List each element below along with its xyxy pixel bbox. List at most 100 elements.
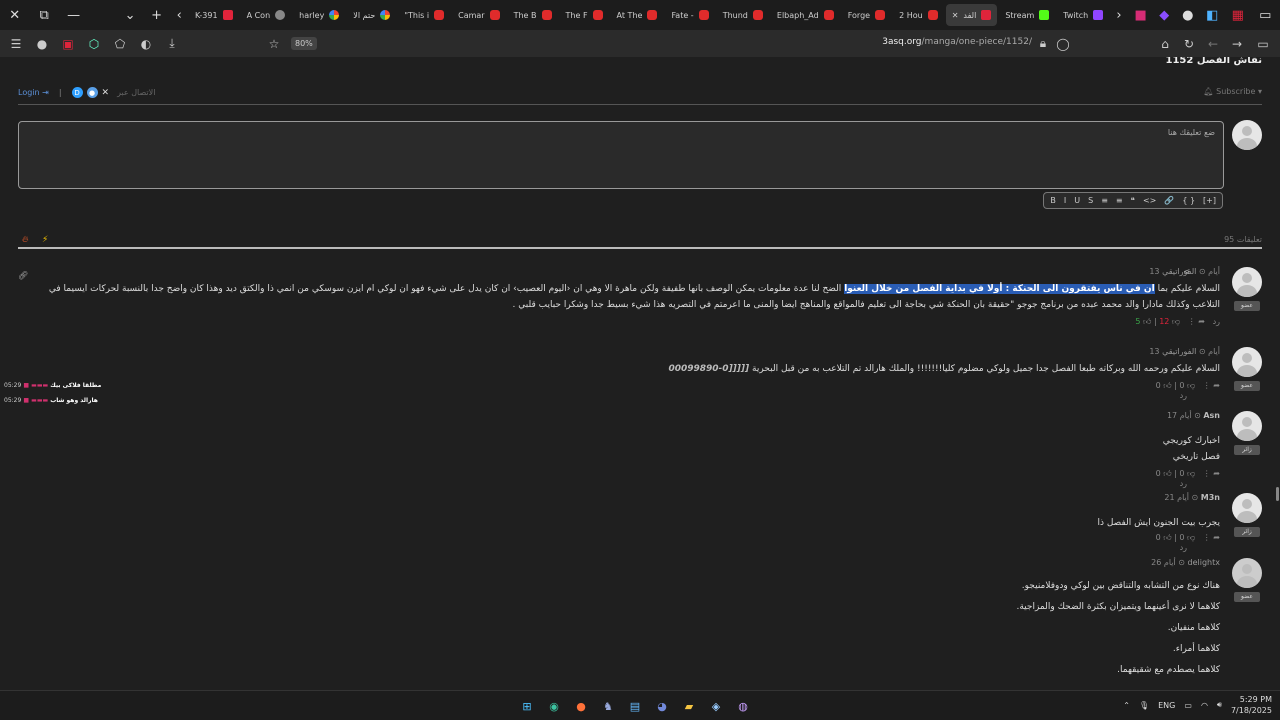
format-button[interactable]: U (1074, 196, 1080, 205)
more-icon[interactable]: ⋮ (1203, 381, 1211, 390)
proton-icon[interactable]: ◆ (1152, 0, 1176, 30)
reply-button[interactable]: رد (1180, 391, 1187, 400)
format-button[interactable]: B (1050, 196, 1056, 205)
extension-puzzle-icon[interactable]: ⬡ (81, 31, 107, 57)
scrollbar-thumb[interactable] (1276, 487, 1279, 501)
browser-tab[interactable]: The F (560, 4, 609, 26)
browser-tab[interactable]: K-391 (189, 4, 239, 26)
format-button[interactable]: { } (1182, 196, 1195, 205)
file-explorer-icon[interactable]: ▰ (680, 697, 698, 715)
app-icon[interactable]: ♞ (599, 697, 617, 715)
browser-tab[interactable]: Stream (999, 4, 1055, 26)
shield-icon[interactable]: ◯ (1050, 31, 1076, 57)
comment-author[interactable]: delightx (1188, 558, 1220, 567)
wifi-icon[interactable]: ◠ (1201, 701, 1208, 710)
downvote-count[interactable]: 12 (1159, 317, 1169, 326)
browser-tab[interactable]: Fate - (665, 4, 714, 26)
extension-icon[interactable]: ■ (1129, 0, 1153, 30)
notepad-icon[interactable]: ▤ (626, 697, 644, 715)
browser-tab[interactable]: Twitch (1057, 4, 1109, 26)
forward-icon[interactable]: → (1224, 31, 1250, 57)
format-button[interactable]: S (1088, 196, 1093, 205)
x-icon[interactable]: ✕ (102, 88, 110, 98)
restore-window-icon[interactable]: ⧉ (29, 0, 58, 30)
reply-button[interactable]: رد (1180, 543, 1187, 552)
extension-icon-3[interactable]: ▦ (1225, 0, 1251, 30)
app-icon-2[interactable]: ◍ (734, 697, 752, 715)
comment-author[interactable]: الفوراتيقي (1162, 267, 1196, 276)
new-tab-icon[interactable]: + (144, 0, 170, 30)
steam-icon[interactable]: ◈ (707, 697, 725, 715)
upvote-count[interactable]: 0 (1156, 533, 1161, 542)
zoom-level-badge[interactable]: 80% (291, 37, 317, 50)
back-icon[interactable]: ← (1200, 31, 1226, 57)
browser-tab[interactable]: "This i (398, 4, 450, 26)
tab-list-chevron-icon[interactable]: ⌄ (116, 0, 143, 30)
browser-tab[interactable]: harley (293, 4, 345, 26)
extension-icon-2[interactable]: ◧ (1200, 0, 1226, 30)
browser-tab[interactable]: Elbaph_Ad (771, 4, 840, 26)
share-icon[interactable]: ⋖ (1183, 267, 1190, 276)
display-icon[interactable]: ▭ (1184, 701, 1192, 710)
browser-tab[interactable]: ✕ الفد (945, 4, 998, 26)
github-icon[interactable]: ● (1176, 0, 1200, 30)
format-button[interactable]: I (1064, 196, 1066, 205)
google-icon[interactable]: ● (86, 87, 98, 98)
firefox-icon[interactable]: ● (572, 697, 590, 715)
comment-author[interactable]: Asn (1203, 411, 1220, 420)
upvote-count[interactable]: 5 (1135, 317, 1140, 326)
browser-tab[interactable]: At The (611, 4, 664, 26)
downvote-count[interactable]: 0 (1179, 469, 1184, 478)
browser-tab[interactable]: A Con (241, 4, 292, 26)
browser-tab[interactable]: Forge (842, 4, 891, 26)
wallet-icon[interactable]: ▭ (1251, 0, 1280, 30)
extensions-icon[interactable]: ⬠ (107, 31, 133, 57)
more-icon[interactable]: ⋮ (1203, 533, 1211, 542)
browser-tab[interactable]: Camar (452, 4, 505, 26)
disqus-icon[interactable]: D (71, 87, 83, 98)
edge-icon[interactable]: ◉ (545, 697, 563, 715)
link-icon[interactable]: 🔗︎ (18, 271, 28, 280)
format-button[interactable]: ❝ (1131, 196, 1135, 205)
subscribe-button[interactable]: 🔔︎ Subscribe ▾ (1203, 87, 1262, 96)
browser-tab[interactable]: Thund (717, 4, 769, 26)
more-icon[interactable]: ⋮ (1203, 469, 1211, 478)
format-button[interactable]: 🔗 (1164, 196, 1174, 205)
reply-button[interactable]: رد (1180, 479, 1187, 488)
reply-button[interactable]: رد (1213, 317, 1220, 326)
downvote-count[interactable]: 0 (1179, 533, 1184, 542)
discord-icon[interactable]: ◕ (653, 697, 671, 715)
browser-tab[interactable]: The B (508, 4, 558, 26)
login-link[interactable]: Login ⇥ (18, 88, 49, 97)
comment-author[interactable]: M3n (1201, 493, 1220, 502)
address-bar[interactable]: 3asq.org/manga/one-piece/1152/ (882, 37, 1032, 47)
comment-editor[interactable]: ضع تعليقك هنا (18, 121, 1224, 189)
start-icon[interactable]: ⊞ (518, 697, 536, 715)
upvote-count[interactable]: 0 (1156, 469, 1161, 478)
scroll-tabs-left-icon[interactable]: ‹ (169, 0, 189, 30)
bolt-sort-icon[interactable]: ⚡︎ (42, 235, 48, 245)
browser-tab[interactable]: حتم الا (347, 4, 396, 26)
extension-dot-icon[interactable]: ● (29, 31, 55, 57)
format-button[interactable]: <> (1143, 196, 1156, 205)
volume-icon[interactable]: 🔊︎ (1217, 700, 1222, 710)
dark-reader-icon[interactable]: ◐ (133, 31, 159, 57)
browser-tab[interactable]: 2 Hou (893, 4, 944, 26)
comment-author[interactable]: الفوراتيقي (1162, 347, 1196, 356)
clock[interactable]: 5:29 PM 7/18/2025 (1231, 694, 1272, 716)
bookmark-star-icon[interactable]: ☆ (261, 31, 287, 57)
reading-mode-icon[interactable]: ▭ (1250, 31, 1276, 57)
reload-icon[interactable]: ↻ (1176, 31, 1202, 57)
close-window-icon[interactable]: ✕ (0, 0, 29, 30)
format-button[interactable]: [+] (1203, 196, 1216, 205)
scroll-tabs-right-icon[interactable]: › (1109, 0, 1129, 30)
sidebar-menu-icon[interactable]: ☰ (3, 31, 29, 57)
minimize-window-icon[interactable]: — (59, 0, 88, 30)
format-button[interactable]: ≡ (1101, 196, 1108, 205)
download-icon[interactable]: ⤓ (159, 31, 185, 57)
upvote-count[interactable]: 0 (1156, 381, 1161, 390)
adblock-icon[interactable]: ▣ (55, 31, 81, 57)
fire-sort-icon[interactable]: 🔥︎ (22, 235, 29, 245)
home-icon[interactable]: ⌂ (1152, 31, 1178, 57)
downvote-count[interactable]: 0 (1179, 381, 1184, 390)
